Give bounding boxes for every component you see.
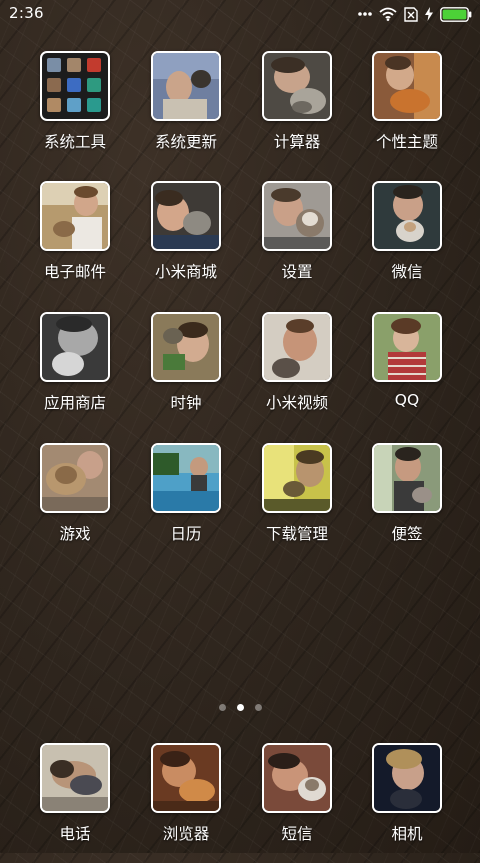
photo-icon: [40, 743, 110, 813]
dock-app-camera[interactable]: 相机: [352, 743, 462, 863]
app-label: 小米商城: [154, 263, 217, 281]
page-dot-current[interactable]: [236, 703, 244, 711]
app-label: 时钟: [170, 394, 202, 412]
photo-icon: [262, 51, 332, 121]
app-label: 系统工具: [43, 133, 106, 151]
app-email[interactable]: 电子邮件: [20, 181, 130, 301]
photo-icon: [372, 181, 442, 251]
photo-icon: [40, 443, 110, 513]
app-label: 个性主题: [375, 133, 438, 151]
app-calculator[interactable]: 计算器: [242, 51, 352, 171]
app-download-manager[interactable]: 下载管理: [242, 443, 352, 563]
photo-icon: [40, 312, 110, 382]
app-mi-video[interactable]: 小米视频: [242, 312, 352, 432]
app-label: 短信: [281, 825, 313, 843]
app-label: 微信: [391, 263, 423, 281]
app-wechat[interactable]: 微信: [352, 181, 462, 301]
photo-icon: [262, 743, 332, 813]
charging-bolt-icon: [425, 7, 433, 21]
page-indicator[interactable]: [0, 702, 480, 712]
app-notes[interactable]: 便签: [352, 443, 462, 563]
photo-icon: [151, 181, 221, 251]
app-clock[interactable]: 时钟: [131, 312, 241, 432]
photo-icon: [262, 443, 332, 513]
app-label: 设置: [281, 263, 313, 281]
app-label: 系统更新: [154, 133, 217, 151]
photo-icon: [151, 743, 221, 813]
page-dot[interactable]: [218, 703, 226, 711]
app-mi-store[interactable]: 小米商城: [131, 181, 241, 301]
status-time: 2:36: [9, 4, 44, 22]
photo-icon: [372, 51, 442, 121]
dock-app-messages[interactable]: 短信: [242, 743, 352, 863]
app-label: 应用商店: [43, 394, 106, 412]
no-sim-icon: [404, 6, 418, 22]
app-games[interactable]: 游戏: [20, 443, 130, 563]
app-app-store[interactable]: 应用商店: [20, 312, 130, 432]
app-calendar[interactable]: 日历: [131, 443, 241, 563]
app-label: 计算器: [273, 133, 321, 151]
app-system-tools[interactable]: 系统工具: [20, 51, 130, 171]
photo-icon: [151, 312, 221, 382]
app-themes[interactable]: 个性主题: [352, 51, 462, 171]
app-settings[interactable]: 设置: [242, 181, 352, 301]
photo-icon: [372, 743, 442, 813]
app-qq[interactable]: QQ: [352, 312, 462, 432]
app-label: 浏览器: [162, 825, 210, 843]
dock-app-browser[interactable]: 浏览器: [131, 743, 241, 863]
battery-icon: [440, 6, 472, 22]
photo-icon: [151, 443, 221, 513]
app-label: 相机: [391, 825, 423, 843]
status-bar: 2:36: [0, 0, 480, 28]
app-label: 小米视频: [265, 394, 328, 412]
app-label: 下载管理: [265, 525, 328, 543]
more-dots-icon: [358, 11, 372, 17]
photo-icon: [262, 312, 332, 382]
app-label: 电子邮件: [43, 263, 106, 281]
app-system-update[interactable]: 系统更新: [131, 51, 241, 171]
dock-app-phone[interactable]: 电话: [20, 743, 130, 863]
photo-icon: [262, 181, 332, 251]
app-label: 便签: [391, 525, 423, 543]
app-label: 日历: [170, 525, 202, 543]
app-label: QQ: [394, 391, 420, 409]
photo-icon: [151, 51, 221, 121]
page-dot[interactable]: [254, 703, 262, 711]
app-label: 游戏: [59, 525, 91, 543]
folder-icon: [40, 51, 110, 121]
photo-icon: [372, 443, 442, 513]
photo-icon: [40, 181, 110, 251]
wifi-icon: [379, 7, 397, 21]
photo-icon: [372, 312, 442, 382]
status-icons: [358, 5, 472, 23]
app-label: 电话: [59, 825, 91, 843]
